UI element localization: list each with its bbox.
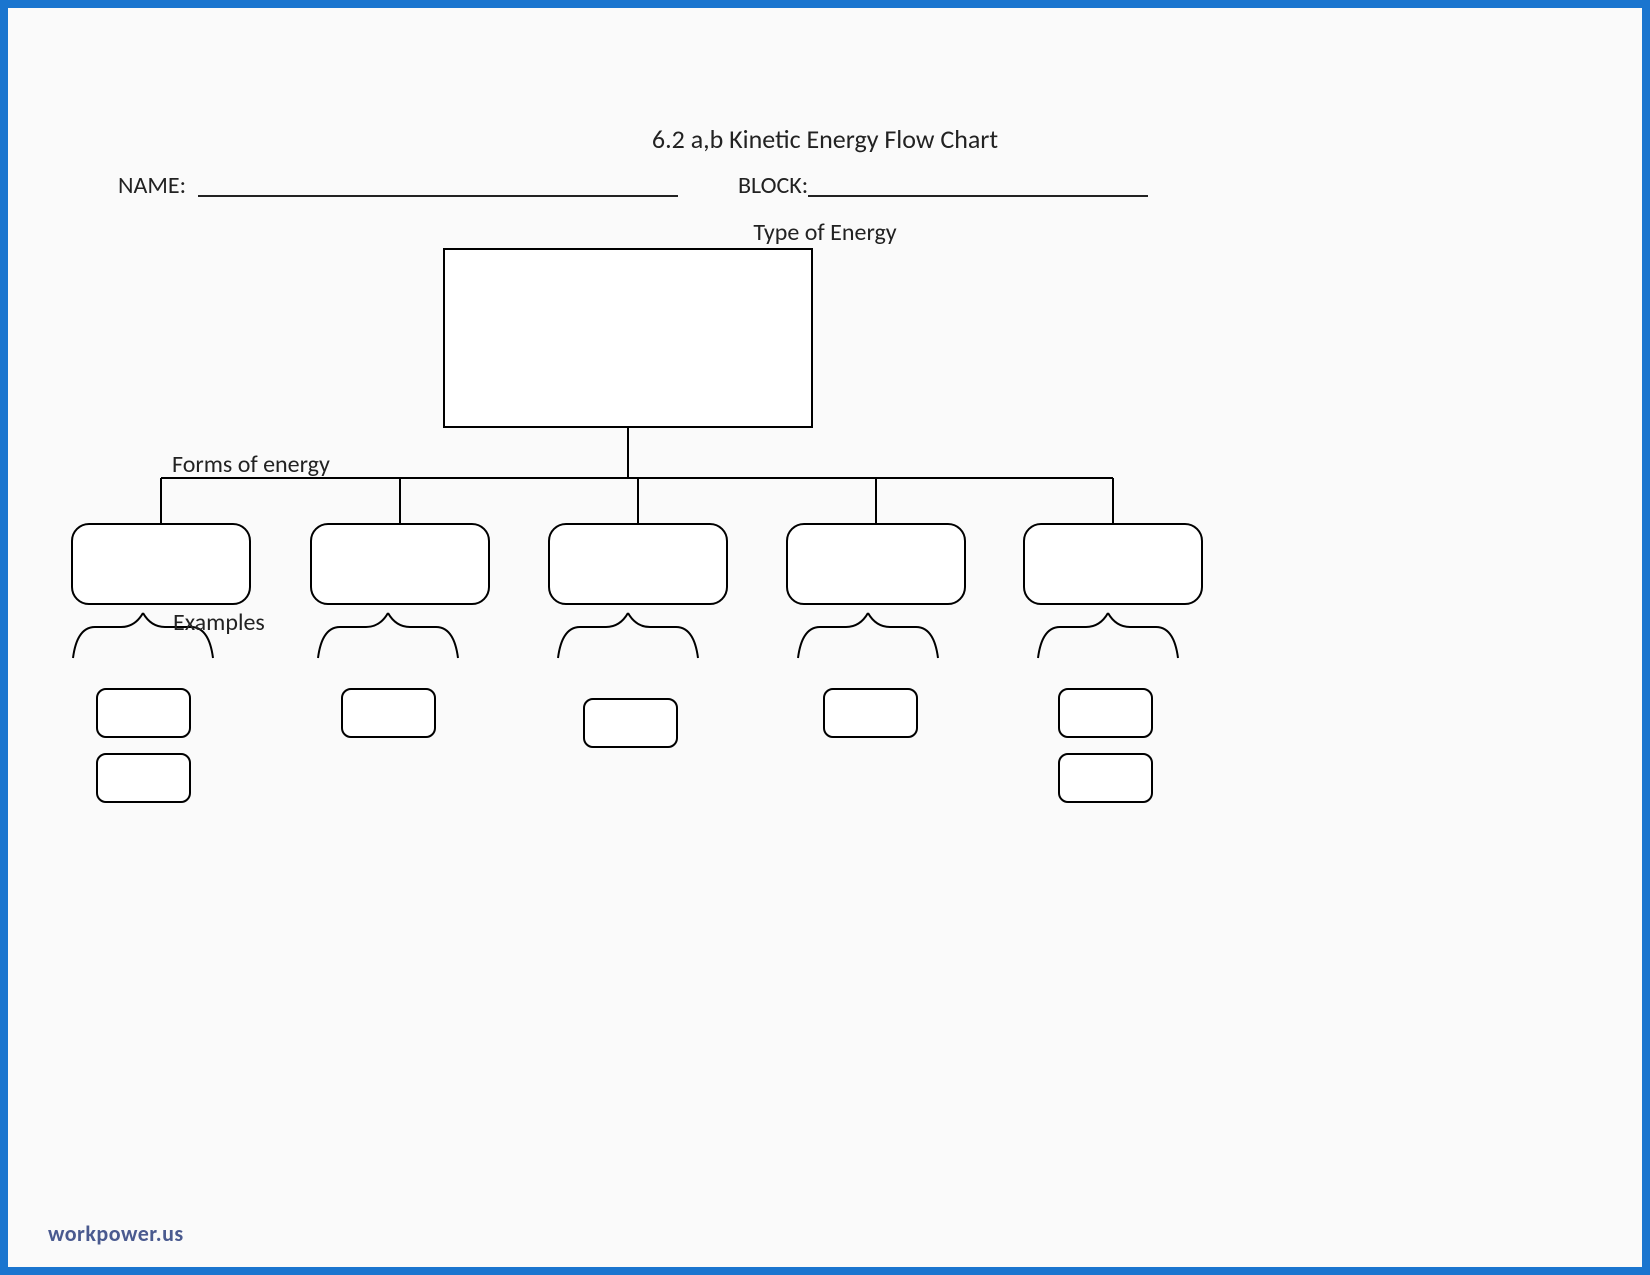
form-of-energy-box-1: [71, 523, 251, 605]
example-box-4-1: [823, 688, 918, 738]
example-box-1-1: [96, 688, 191, 738]
form-of-energy-box-3: [548, 523, 728, 605]
connector-lines: [8, 8, 1642, 1267]
example-box-5-1: [1058, 688, 1153, 738]
example-box-1-2: [96, 753, 191, 803]
example-box-2-1: [341, 688, 436, 738]
form-of-energy-box-2: [310, 523, 490, 605]
example-box-5-2: [1058, 753, 1153, 803]
example-box-3-1: [583, 698, 678, 748]
form-of-energy-box-4: [786, 523, 966, 605]
watermark-text: workpower.us: [48, 1220, 184, 1247]
form-of-energy-box-5: [1023, 523, 1203, 605]
forms-of-energy-label: Forms of energy: [172, 450, 330, 479]
worksheet-canvas: 6.2 a,b Kinetic Energy Flow Chart NAME: …: [8, 8, 1642, 1267]
examples-label: Examples: [173, 608, 265, 637]
